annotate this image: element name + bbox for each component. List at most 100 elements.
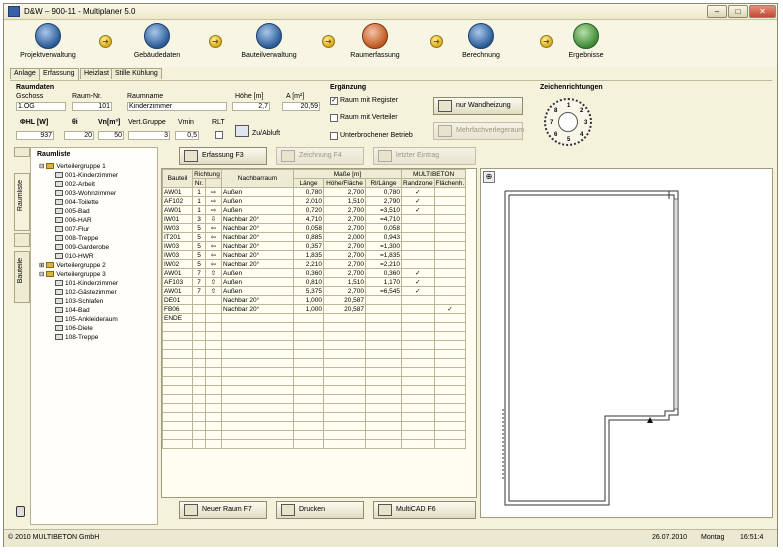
table-cell-empty[interactable] <box>401 439 435 449</box>
table-cell-rl[interactable]: 0,058 <box>365 223 402 233</box>
tree-room[interactable]: 104-Bad <box>55 306 90 315</box>
table-cell-empty[interactable] <box>365 439 402 449</box>
table-cell-rz[interactable]: ✓ <box>401 196 435 206</box>
table-cell-h[interactable]: 20,587 <box>323 304 366 314</box>
table-cell-empty[interactable] <box>221 439 294 449</box>
table-cell-empty[interactable] <box>221 385 294 395</box>
table-row[interactable]: FB06 Nachbar 20° 1,000 20,587 ✓ <box>162 304 467 314</box>
table-cell-bt[interactable]: IW02 <box>162 259 193 269</box>
table-cell-bt[interactable]: DE01 <box>162 295 193 305</box>
table-row[interactable]: AW01 1 ⇨ Außen 0,720 2,700 =3,510 ✓ <box>162 205 467 215</box>
table-cell-empty[interactable] <box>205 412 222 422</box>
tree-room[interactable]: 102-Gästezimmer <box>55 288 117 297</box>
table-row[interactable]: IW03 5 ⇦ Nachbar 20° 1,835 2,700 =1,835 <box>162 250 467 260</box>
direction-7[interactable]: 7 <box>550 120 553 126</box>
direction-8[interactable]: 8 <box>554 108 557 114</box>
table-cell-empty[interactable] <box>221 340 294 350</box>
room-list-icon[interactable] <box>14 233 30 247</box>
tab-bauteile[interactable]: Bauteile <box>14 251 30 303</box>
table-cell-rz[interactable] <box>401 214 435 224</box>
toolbar-berechnung[interactable]: Berechnung <box>441 23 521 59</box>
table-cell-empty[interactable] <box>365 430 402 440</box>
table-cell-empty[interactable] <box>192 412 206 422</box>
table-cell-empty[interactable] <box>221 367 294 377</box>
vert-gruppe-field[interactable]: 3 <box>128 131 170 140</box>
table-cell-l[interactable]: 4,710 <box>293 214 324 224</box>
toolbar-projektverwaltung[interactable]: Projektverwaltung <box>8 23 88 59</box>
maximize-button[interactable]: □ <box>728 5 748 18</box>
table-cell-rz[interactable]: ✓ <box>401 268 435 278</box>
table-cell-empty[interactable] <box>192 385 206 395</box>
table-cell-rl[interactable]: =1,835 <box>365 250 402 260</box>
direction-5[interactable]: 5 <box>567 137 570 143</box>
table-cell-empty[interactable] <box>365 394 402 404</box>
table-cell-empty[interactable] <box>433 421 467 431</box>
table-cell-empty[interactable] <box>205 403 222 413</box>
table-cell-rz[interactable]: ✓ <box>401 205 435 215</box>
table-cell-empty[interactable] <box>221 403 294 413</box>
table-cell-h[interactable]: 2,000 <box>323 232 366 242</box>
table-cell-nb[interactable]: Nachbar 20° <box>221 214 294 224</box>
table-cell-fh[interactable] <box>433 250 467 260</box>
table-cell-empty[interactable] <box>205 430 222 440</box>
direction-2[interactable]: 2 <box>580 108 583 114</box>
table-cell-empty[interactable] <box>162 349 193 359</box>
toolbar-bauteilverwaltung[interactable]: Bauteilverwaltung <box>229 23 309 59</box>
table-row-empty[interactable] <box>162 430 467 440</box>
ventilation-icon[interactable] <box>235 125 249 137</box>
direction-4[interactable]: 4 <box>580 132 583 138</box>
tree-room[interactable]: 108-Treppe <box>55 333 98 342</box>
drucken-button[interactable]: Drucken <box>276 501 364 519</box>
table-cell-empty[interactable] <box>323 349 366 359</box>
table-row[interactable]: ENDE <box>162 313 467 323</box>
table-cell-rl[interactable]: 1,170 <box>365 277 402 287</box>
table-cell-empty[interactable] <box>192 376 206 386</box>
table-cell-empty[interactable] <box>433 412 467 422</box>
table-cell-empty[interactable] <box>162 412 193 422</box>
table-cell-fh[interactable] <box>433 196 467 206</box>
table-cell-rz[interactable] <box>401 232 435 242</box>
table-cell-empty[interactable] <box>205 358 222 368</box>
table-cell-rz[interactable] <box>401 295 435 305</box>
table-cell-fh[interactable] <box>433 295 467 305</box>
tab-stille-kuehlung[interactable]: Stille Kühlung <box>111 68 162 79</box>
table-cell-empty[interactable] <box>293 349 324 359</box>
table-cell-nb[interactable]: Nachbar 20° <box>221 241 294 251</box>
table-cell-rl[interactable]: 0,360 <box>365 268 402 278</box>
hoehe-field[interactable]: 2,7 <box>232 102 270 111</box>
table-cell-l[interactable]: 1,000 <box>293 295 324 305</box>
table-cell-empty[interactable] <box>192 367 206 377</box>
lock-icon[interactable] <box>16 506 25 517</box>
table-cell-dir[interactable]: ⇦ <box>205 223 222 233</box>
table-cell-fh[interactable] <box>433 232 467 242</box>
table-row[interactable]: IW03 5 ⇦ Nachbar 20° 0,058 2,700 0,058 <box>162 223 467 233</box>
table-cell-empty[interactable] <box>162 385 193 395</box>
table-cell-dir[interactable]: ⇨ <box>205 196 222 206</box>
table-cell-bt[interactable]: FB06 <box>162 304 193 314</box>
table-cell-empty[interactable] <box>323 385 366 395</box>
table-cell-empty[interactable] <box>433 340 467 350</box>
table-cell-l[interactable]: 0,780 <box>293 187 324 197</box>
table-cell-fh[interactable] <box>433 223 467 233</box>
table-cell-empty[interactable] <box>221 331 294 341</box>
table-cell-rl[interactable] <box>365 295 402 305</box>
table-cell-empty[interactable] <box>433 367 467 377</box>
table-cell-nb[interactable]: Außen <box>221 205 294 215</box>
table-cell-empty[interactable] <box>323 430 366 440</box>
table-row-empty[interactable] <box>162 367 467 377</box>
table-cell-rl[interactable]: =6,545 <box>365 286 402 296</box>
table-cell-h[interactable]: 2,700 <box>323 205 366 215</box>
table-row[interactable]: IW01 3 ⇩ Nachbar 20° 4,710 2,700 =4,710 <box>162 214 467 224</box>
table-cell-fh[interactable] <box>433 205 467 215</box>
table-cell-nr[interactable]: 5 <box>192 259 206 269</box>
table-cell-nr[interactable]: 1 <box>192 187 206 197</box>
letzter-eintrag-button[interactable]: letzter Eintrag <box>373 147 476 165</box>
table-cell-empty[interactable] <box>401 385 435 395</box>
table-cell-rl[interactable]: =1,300 <box>365 241 402 251</box>
table-cell-rz[interactable] <box>401 304 435 314</box>
table-cell-empty[interactable] <box>365 376 402 386</box>
table-cell-empty[interactable] <box>192 322 206 332</box>
table-cell-empty[interactable] <box>401 331 435 341</box>
table-cell-empty[interactable] <box>293 367 324 377</box>
toolbar-ergebnisse[interactable]: Ergebnisse <box>546 23 626 59</box>
